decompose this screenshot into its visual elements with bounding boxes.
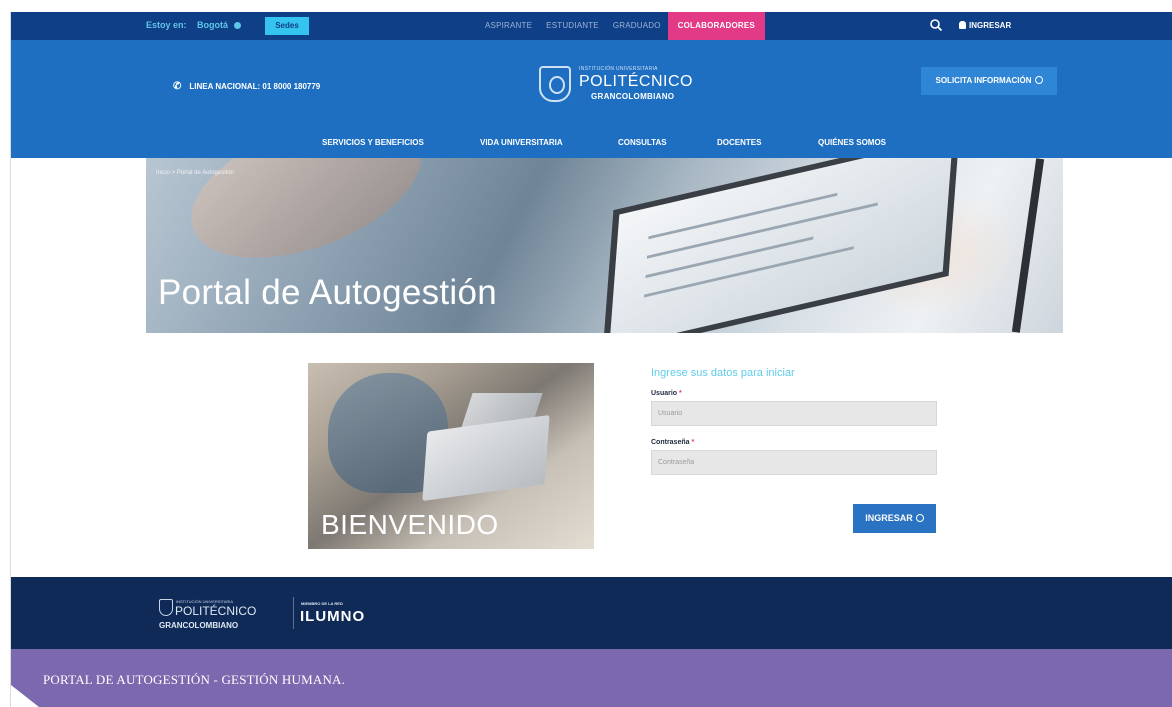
- phone-line: ✆ LINEA NACIONAL: 01 8000 180779: [173, 81, 320, 92]
- hero-banner: Inicio > Portal de Autogestión Portal de…: [11, 158, 1172, 333]
- login-link[interactable]: INGRESAR: [959, 21, 1011, 30]
- caption-bar: PORTAL DE AUTOGESTIÓN - GESTIÓN HUMANA.: [11, 649, 1172, 707]
- page-title: Portal de Autogestión: [158, 273, 498, 312]
- shield-logo-icon: [539, 66, 571, 102]
- tab-graduado[interactable]: GRADUADO: [606, 12, 668, 40]
- breadcrumb[interactable]: Inicio > Portal de Autogestión: [156, 170, 234, 176]
- browser-frame: Estoy en: Bogotá Sedes ASPIRANTE ESTUDIA…: [10, 12, 1172, 707]
- network-name: ILUMNO: [300, 608, 366, 625]
- circle-arrow-icon: [1034, 76, 1043, 84]
- site-header: ✆ LINEA NACIONAL: 01 8000 180779 INSTITUC…: [11, 40, 1172, 158]
- footer-logo-name-secondary: GRANCOLOMBIANO: [159, 621, 239, 630]
- user-icon: [959, 21, 966, 29]
- circle-arrow-icon: [915, 514, 924, 522]
- hero-tablet-shape: [602, 158, 960, 333]
- logo-subtitle: INSTITUCIÓN UNIVERSITARIA: [579, 66, 658, 72]
- password-label-text: Contraseña: [651, 439, 690, 446]
- shield-logo-icon: [159, 599, 173, 616]
- member-label: MIEMBRO DE LA RED: [301, 601, 343, 606]
- caption-text: PORTAL DE AUTOGESTIÓN - GESTIÓN HUMANA.: [43, 672, 346, 687]
- required-mark: *: [691, 439, 695, 446]
- site-footer: INSTITUCIÓN UNIVERSITARIA POLITÉCNICO GR…: [11, 577, 1172, 649]
- login-label: INGRESAR: [969, 21, 1012, 30]
- login-heading: Ingrese sus datos para iniciar: [651, 367, 795, 379]
- top-utility-bar: Estoy en: Bogotá Sedes ASPIRANTE ESTUDIA…: [11, 12, 1172, 46]
- required-mark: *: [679, 390, 682, 397]
- nav-vida-universitaria[interactable]: VIDA UNIVERSITARIA: [480, 138, 563, 147]
- location-prefix: Estoy en:: [146, 20, 187, 30]
- hero-pole-shape: [1011, 158, 1045, 333]
- login-submit-button[interactable]: INGRESAR: [853, 504, 936, 533]
- username-input[interactable]: Usuario: [651, 401, 937, 426]
- username-label: Usuario *: [651, 390, 951, 397]
- tab-colaboradores[interactable]: COLABORADORES: [667, 12, 765, 46]
- nav-servicios[interactable]: SERVICIOS Y BENEFICIOS: [322, 138, 424, 147]
- audience-tabs: ASPIRANTE ESTUDIANTE GRADUADO COLABORADO…: [478, 12, 765, 46]
- location-selector[interactable]: Estoy en: Bogotá: [146, 20, 241, 30]
- tab-aspirante[interactable]: ASPIRANTE: [478, 12, 539, 40]
- password-input[interactable]: Contraseña: [651, 450, 937, 475]
- welcome-text: BIENVENIDO: [321, 509, 499, 540]
- phone-number: LINEA NACIONAL: 01 8000 180779: [189, 82, 321, 91]
- username-label-text: Usuario: [651, 390, 678, 397]
- logo-name: POLITÉCNICO: [579, 73, 693, 90]
- logo-name-secondary: GRANCOLOMBIANO: [591, 92, 675, 101]
- request-info-button[interactable]: SOLICITA INFORMACIÓN: [921, 67, 1057, 95]
- main-navigation: SERVICIOS Y BENEFICIOS VIDA UNIVERSITARI…: [11, 132, 1172, 158]
- search-icon[interactable]: [929, 18, 943, 32]
- footer-divider: [293, 597, 294, 629]
- location-city[interactable]: Bogotá: [197, 20, 228, 30]
- password-label: Contraseña *: [651, 439, 951, 446]
- login-form: Ingrese sus datos para iniciar Usuario *…: [651, 367, 951, 533]
- tab-estudiante[interactable]: ESTUDIANTE: [539, 12, 606, 40]
- location-pin-icon: [233, 22, 241, 29]
- nav-docentes[interactable]: DOCENTES: [717, 138, 761, 147]
- request-info-label: SOLICITA INFORMACIÓN: [935, 76, 1032, 85]
- nav-quienes-somos[interactable]: QUIÉNES SOMOS: [818, 138, 886, 147]
- footer-logo-name: POLITÉCNICO: [175, 604, 257, 618]
- phone-icon: ✆: [173, 81, 182, 92]
- nav-consultas[interactable]: CONSULTAS: [618, 138, 667, 147]
- site-logo[interactable]: INSTITUCIÓN UNIVERSITARIA POLITÉCNICO GR…: [539, 66, 692, 108]
- welcome-image: BIENVENIDO: [308, 363, 594, 549]
- login-submit-label: INGRESAR: [865, 513, 913, 523]
- sedes-toggle[interactable]: Sedes: [265, 17, 309, 35]
- hero-arm-shape: [172, 158, 440, 286]
